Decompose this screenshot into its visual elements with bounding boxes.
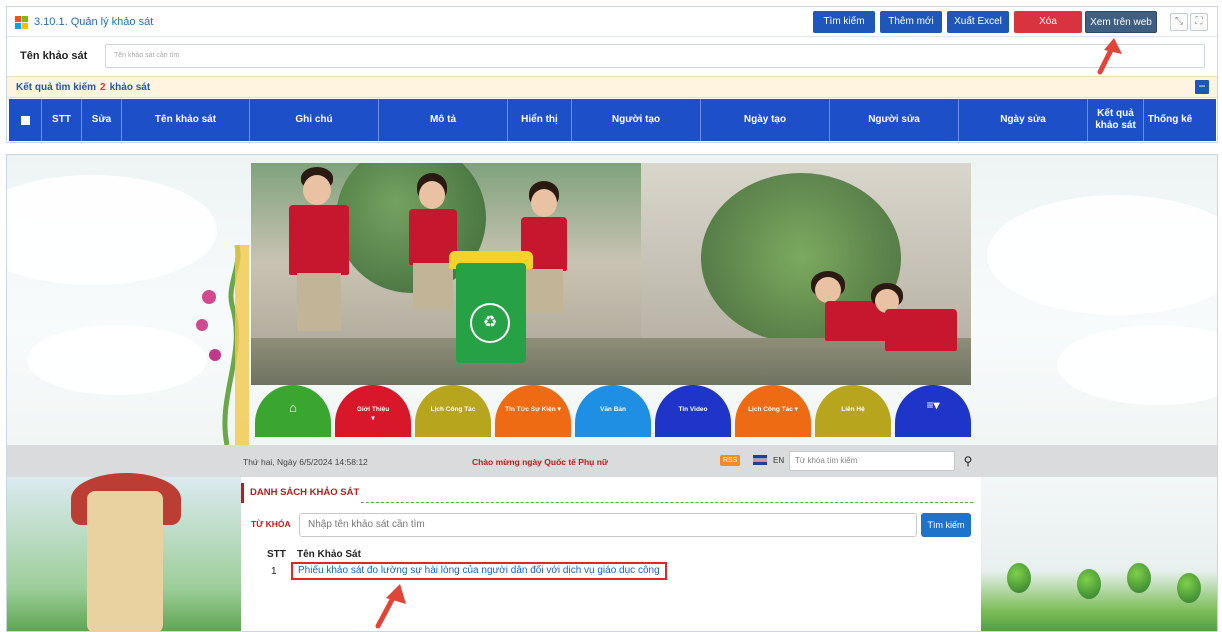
column-header[interactable]: Kết quả khảo sát (1088, 99, 1144, 141)
column-header[interactable]: Ghi chú (250, 99, 379, 141)
column-header[interactable]: Người tạo (572, 99, 701, 141)
annotation-arrow (1097, 38, 1122, 75)
result-bar: Kết quả tìm kiếm 2 khảo sát − (7, 76, 1217, 98)
column-header[interactable]: Ngày sửa (959, 99, 1088, 141)
column-header[interactable]: Ngày tạo (701, 99, 830, 141)
survey-link[interactable]: Phiếu khảo sát đo lường sự hài lòng của … (291, 562, 667, 580)
home-icon[interactable]: ⌂ (255, 385, 331, 437)
survey-search-button[interactable]: Tìm kiếm (921, 513, 971, 537)
house-decoration (87, 491, 163, 631)
result-count: 2 (100, 82, 106, 93)
keyword-search-input[interactable]: Từ khóa tìm kiếm (789, 451, 955, 471)
row-stt: 1 (271, 566, 277, 577)
page-title: 3.10.1. Quản lý khảo sát (34, 16, 154, 28)
select-all-checkbox[interactable] (9, 99, 42, 141)
minimize-icon[interactable]: ⤡ (1170, 13, 1188, 31)
menu-item-gioi-thieu[interactable]: Giới Thiệu ▾ (335, 385, 411, 437)
fullscreen-icon[interactable]: ⛶ (1190, 13, 1208, 31)
survey-name-label: Tên khảo sát (20, 50, 88, 62)
menu-item-van-ban[interactable]: Văn Bản (575, 385, 651, 437)
menu-item-lich-cong-tac[interactable]: Lịch Công Tác (415, 385, 491, 437)
keyword-label: TỪ KHÓA (251, 519, 291, 529)
column-header[interactable]: Sửa (82, 99, 122, 141)
column-stt: STT (267, 549, 286, 560)
table-header: STT Sửa Tên khảo sát Ghi chú Mô tả Hiển … (9, 99, 1216, 141)
section-title: DANH SÁCH KHẢO SÁT (241, 483, 359, 503)
public-website-screenshot: ♻ ⌂ Giới Thiệu ▾ Lịch Công Tác Tin Tức Sự… (6, 154, 1218, 632)
column-header[interactable]: STT (42, 99, 82, 141)
section-divider (361, 502, 973, 503)
menu-item-lien-he[interactable]: Liên Hệ (815, 385, 891, 437)
survey-admin-panel: 3.10.1. Quản lý khảo sát Tìm kiếm Thêm m… (6, 6, 1218, 143)
current-date: Thứ hai, Ngày 6/5/2024 14:58:12 (243, 457, 368, 467)
survey-list-section: DANH SÁCH KHẢO SÁT TỪ KHÓA Nhập tên khảo… (241, 477, 981, 631)
delete-button[interactable]: Xóa (1014, 11, 1082, 33)
menu-item-tin-tuc[interactable]: Tin Tức Sự Kiện ▾ (495, 385, 571, 437)
admin-header: 3.10.1. Quản lý khảo sát Tìm kiếm Thêm m… (7, 7, 1217, 37)
search-row: Tên khảo sát Tên khảo sát cần tìm (7, 38, 1217, 75)
column-header[interactable]: Người sửa (830, 99, 959, 141)
menu-item-tin-video[interactable]: Tin Video (655, 385, 731, 437)
rss-icon[interactable]: RSS (720, 455, 741, 466)
annotation-arrow (375, 584, 406, 629)
column-header[interactable]: Hiển thị (508, 99, 572, 141)
export-excel-button[interactable]: Xuất Excel (947, 11, 1009, 33)
add-new-button[interactable]: Thêm mới (880, 11, 942, 33)
result-suffix: khảo sát (109, 82, 151, 93)
language-en[interactable]: EN (773, 456, 784, 465)
column-header[interactable]: Tên khảo sát (122, 99, 250, 141)
search-icon[interactable]: ⚲ (957, 451, 979, 471)
view-on-web-button[interactable]: Xem trên web (1085, 11, 1157, 33)
recycle-bin-icon: ♻ (470, 303, 510, 343)
website-main-menu: ⌂ Giới Thiệu ▾ Lịch Công Tác Tin Tức Sự K… (251, 385, 971, 437)
column-header[interactable]: Thống kê (1144, 99, 1196, 141)
collapse-icon[interactable]: − (1195, 80, 1209, 94)
survey-keyword-input[interactable]: Nhập tên khảo sát cần tìm (299, 513, 917, 537)
search-button[interactable]: Tìm kiếm (813, 11, 875, 33)
flower-vine-decoration (196, 245, 249, 445)
school-banner-image: ♻ (251, 163, 971, 385)
status-bar: Thứ hai, Ngày 6/5/2024 14:58:12 Chào mừn… (7, 445, 1217, 477)
survey-name-input[interactable]: Tên khảo sát cần tìm (105, 44, 1205, 68)
result-prefix: Kết quả tìm kiếm (16, 82, 97, 93)
welcome-text: Chào mừng ngày Quốc tế Phụ nữ (472, 457, 609, 467)
right-decoration (981, 477, 1217, 631)
hamburger-menu-icon[interactable]: ≡▾ (895, 385, 971, 437)
menu-item-lich-cong-tac-2[interactable]: Lịch Công Tác ▾ (735, 385, 811, 437)
result-summary: Kết quả tìm kiếm 2 khảo sát (16, 82, 150, 93)
windows-logo-icon (15, 16, 28, 29)
uk-flag-icon[interactable] (753, 455, 767, 465)
column-survey-name: Tên Khảo Sát (297, 549, 361, 560)
column-header[interactable]: Mô tả (379, 99, 508, 141)
